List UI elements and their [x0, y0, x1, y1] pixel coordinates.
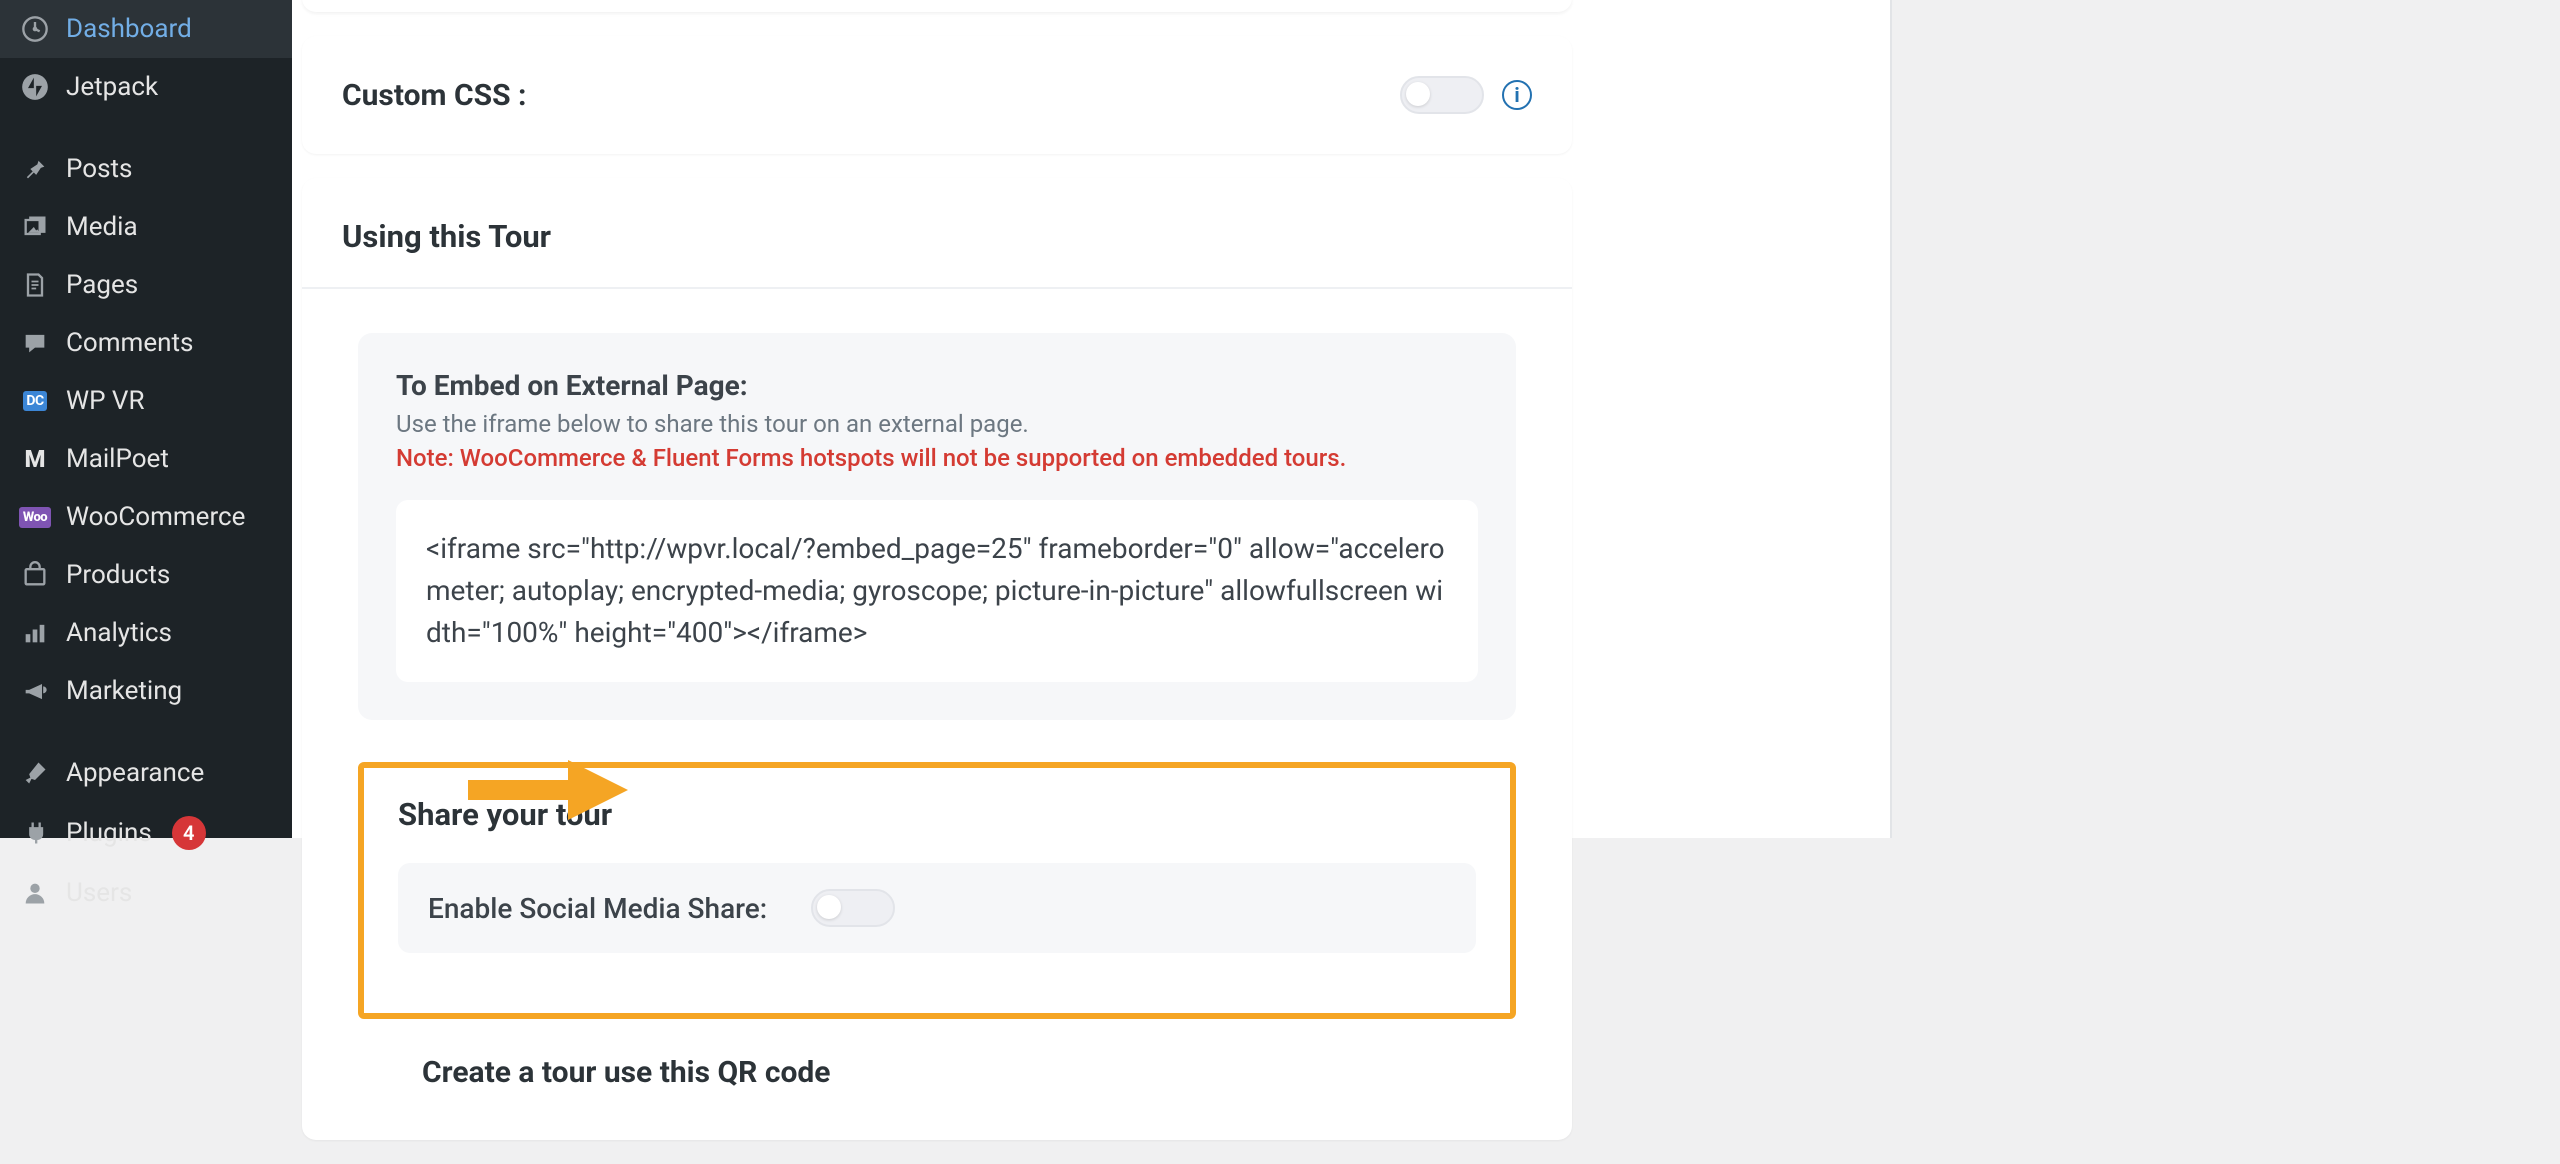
sidebar-item-label: Pages	[66, 270, 138, 300]
sidebar-item-label: WooCommerce	[66, 502, 245, 532]
sidebar-item-marketing[interactable]: Marketing	[0, 662, 292, 720]
social-share-toggle[interactable]	[811, 889, 895, 927]
sidebar-item-wpvr[interactable]: DC WP VR	[0, 372, 292, 430]
share-tour-highlight: Share your tour Enable Social Media Shar…	[358, 762, 1516, 1019]
sidebar-item-label: Analytics	[66, 618, 172, 648]
sidebar-item-label: Comments	[66, 328, 193, 358]
sidebar-item-label: WP VR	[66, 386, 145, 416]
sidebar-item-pages[interactable]: Pages	[0, 256, 292, 314]
mailpoet-icon: M	[18, 445, 52, 473]
qr-code-heading: Create a tour use this QR code	[358, 1019, 1516, 1090]
admin-sidebar: Dashboard Jetpack Posts Media Pages Comm…	[0, 0, 292, 838]
sidebar-item-label: Marketing	[66, 676, 182, 706]
products-icon	[18, 561, 52, 589]
sidebar-item-label: Plugins	[66, 818, 152, 848]
custom-css-card: Custom CSS : i	[302, 36, 1572, 154]
sidebar-item-products[interactable]: Products	[0, 546, 292, 604]
sidebar-item-media[interactable]: Media	[0, 198, 292, 256]
card-previous-section-tail	[302, 0, 1572, 12]
sidebar-item-label: Posts	[66, 154, 132, 184]
iframe-code-box[interactable]: <iframe src="http://wpvr.local/?embed_pa…	[396, 500, 1478, 682]
sidebar-item-jetpack[interactable]: Jetpack	[0, 58, 292, 116]
using-tour-heading: Using this Tour	[302, 178, 1572, 289]
sidebar-item-analytics[interactable]: Analytics	[0, 604, 292, 662]
dashboard-icon	[18, 15, 52, 43]
sidebar-item-appearance[interactable]: Appearance	[0, 744, 292, 802]
share-tour-heading: Share your tour	[364, 768, 1510, 863]
embed-title: To Embed on External Page:	[396, 369, 1478, 402]
sidebar-item-label: Users	[66, 878, 132, 908]
media-icon	[18, 213, 52, 241]
sidebar-item-label: Products	[66, 560, 170, 590]
sidebar-item-label: MailPoet	[66, 444, 169, 474]
custom-css-toggle[interactable]	[1400, 76, 1484, 114]
sidebar-item-users[interactable]: Users	[0, 864, 292, 922]
plugins-update-badge: 4	[172, 816, 206, 850]
sidebar-item-posts[interactable]: Posts	[0, 140, 292, 198]
sidebar-item-mailpoet[interactable]: M MailPoet	[0, 430, 292, 488]
plugins-icon	[18, 819, 52, 847]
woocommerce-icon: Woo	[18, 507, 52, 528]
sidebar-item-label: Dashboard	[66, 14, 192, 44]
marketing-icon	[18, 677, 52, 705]
sidebar-item-comments[interactable]: Comments	[0, 314, 292, 372]
pages-icon	[18, 271, 52, 299]
embed-note: Note: WooCommerce & Fluent Forms hotspot…	[396, 444, 1478, 472]
sidebar-item-label: Jetpack	[66, 72, 158, 102]
users-icon	[18, 879, 52, 907]
social-share-label: Enable Social Media Share:	[428, 892, 767, 925]
jetpack-icon	[18, 73, 52, 101]
embed-external-box: To Embed on External Page: Use the ifram…	[358, 333, 1516, 720]
sidebar-item-dashboard[interactable]: Dashboard	[0, 0, 292, 58]
sidebar-item-label: Media	[66, 212, 138, 242]
using-tour-card: Using this Tour To Embed on External Pag…	[302, 178, 1572, 1140]
info-icon[interactable]: i	[1502, 80, 1532, 110]
brush-icon	[18, 759, 52, 787]
comments-icon	[18, 329, 52, 357]
sidebar-item-plugins[interactable]: Plugins 4	[0, 802, 292, 864]
wpvr-icon: DC	[18, 391, 52, 411]
embed-subtitle: Use the iframe below to share this tour …	[396, 410, 1478, 438]
analytics-icon	[18, 619, 52, 647]
pin-icon	[18, 155, 52, 183]
sidebar-item-woocommerce[interactable]: Woo WooCommerce	[0, 488, 292, 546]
social-share-row: Enable Social Media Share:	[398, 863, 1476, 953]
custom-css-label: Custom CSS :	[342, 78, 526, 113]
sidebar-item-label: Appearance	[66, 758, 204, 788]
